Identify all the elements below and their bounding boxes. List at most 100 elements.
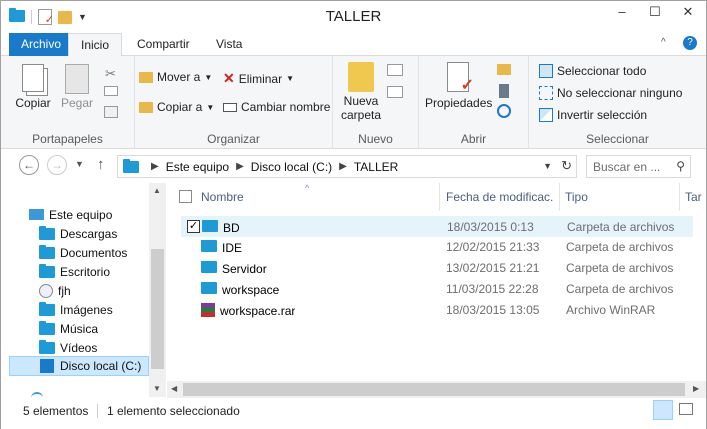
cut-icon[interactable]: ✂: [105, 66, 116, 82]
column-header-size[interactable]: Tar: [685, 183, 705, 211]
breadcrumb-separator-icon: ▶: [151, 161, 159, 172]
horizontal-scrollbar[interactable]: ◀ ▶: [167, 381, 706, 398]
select-none-icon: [539, 86, 553, 100]
videos-folder-icon: [39, 339, 55, 354]
collapse-ribbon-icon[interactable]: ^: [661, 37, 666, 48]
title-bar: ✓ ▼ TALLER – ☐ ✕: [1, 1, 706, 32]
pictures-folder-icon: [39, 301, 55, 316]
ribbon-tabs: Archivo Inicio Compartir Vista ^ ?: [1, 33, 706, 57]
breadcrumb-taller[interactable]: TALLER: [354, 160, 398, 174]
column-header-type[interactable]: Tipo: [565, 183, 675, 211]
tab-compartir[interactable]: Compartir: [125, 33, 202, 56]
nav-scroll-thumb[interactable]: [151, 249, 164, 369]
history-icon[interactable]: [497, 104, 511, 118]
search-input[interactable]: Buscar en ... ⚲: [586, 155, 691, 178]
edit-icon[interactable]: [499, 84, 509, 98]
group-label: Organizar: [207, 132, 260, 146]
back-arrow-icon[interactable]: ←: [19, 155, 39, 175]
desktop-folder-icon: [39, 263, 55, 278]
table-row[interactable]: ✓ BD 18/03/2015 0:13 Carpeta de archivos: [181, 216, 693, 237]
select-all-checkbox[interactable]: [179, 190, 192, 203]
file-name: Servidor: [222, 262, 267, 276]
folder-icon: [201, 261, 217, 273]
breadcrumb-disco-local[interactable]: Disco local (C:): [251, 160, 332, 174]
copy-to-button[interactable]: Copiar a ▼: [139, 100, 214, 114]
folder-icon: [201, 282, 217, 294]
details-view-icon[interactable]: [653, 400, 673, 420]
table-row[interactable]: workspace.rar 18/03/2015 13:05 Archivo W…: [181, 300, 693, 321]
table-row[interactable]: workspace 11/03/2015 22:28 Carpeta de ar…: [181, 279, 693, 300]
large-icons-view-icon[interactable]: [679, 403, 693, 415]
maximize-button[interactable]: ☐: [639, 1, 671, 23]
nav-item-videos[interactable]: Vídeos: [39, 338, 97, 357]
minimize-button[interactable]: –: [606, 1, 638, 23]
file-type: Carpeta de archivos: [566, 240, 674, 254]
search-icon: ⚲: [676, 159, 685, 173]
paste-button[interactable]: Pegar: [59, 64, 95, 110]
new-folder-button[interactable]: Nueva carpeta: [339, 62, 383, 122]
recent-locations-icon[interactable]: ▼: [75, 159, 84, 169]
tab-archivo[interactable]: Archivo: [9, 33, 74, 56]
close-button[interactable]: ✕: [672, 1, 704, 23]
select-all-button[interactable]: Seleccionar todo: [539, 64, 646, 78]
scroll-up-icon[interactable]: ▲: [153, 186, 161, 195]
new-item-icon[interactable]: [387, 64, 403, 76]
nav-item-musica[interactable]: Música: [39, 319, 98, 338]
move-to-icon: [139, 71, 153, 83]
clipboard-icon: [65, 64, 89, 94]
file-name: workspace.rar: [220, 304, 296, 318]
table-row[interactable]: IDE 12/02/2015 21:33 Carpeta de archivos: [181, 237, 693, 258]
properties-button[interactable]: ✓ Propiedades: [425, 62, 492, 110]
delete-button[interactable]: ✕ Eliminar ▼: [223, 70, 294, 87]
nav-item-escritorio[interactable]: Escritorio: [39, 262, 110, 281]
up-arrow-icon[interactable]: ↑: [97, 156, 105, 173]
nav-item-este-equipo[interactable]: Este equipo: [29, 205, 112, 224]
nav-item-fjh[interactable]: fjh: [39, 281, 71, 300]
horizontal-scroll-thumb[interactable]: [183, 383, 685, 396]
group-label: Seleccionar: [586, 132, 649, 146]
column-header-date[interactable]: Fecha de modificac...: [446, 183, 554, 211]
scroll-right-icon[interactable]: ▶: [693, 384, 699, 393]
file-date: 13/02/2015 21:21: [446, 261, 540, 275]
copy-path-icon[interactable]: [104, 86, 118, 96]
file-date: 18/03/2015 0:13: [447, 220, 534, 234]
rename-button[interactable]: Cambiar nombre: [223, 100, 330, 114]
item-count: 5 elementos: [23, 404, 89, 418]
row-checkbox[interactable]: ✓: [187, 220, 200, 233]
status-bar: 5 elementos 1 elemento seleccionado: [1, 399, 706, 429]
explorer-window: ✓ ▼ TALLER – ☐ ✕ Archivo Inicio Comparti…: [0, 0, 707, 429]
easy-access-icon[interactable]: [387, 86, 403, 98]
copy-button[interactable]: Copiar: [15, 64, 51, 110]
nav-scrollbar[interactable]: ▲ ▼: [149, 183, 166, 397]
file-list: ^ Nombre Fecha de modificac... Tipo Tar …: [167, 183, 706, 398]
chevron-down-icon[interactable]: ▼: [543, 161, 552, 171]
table-row[interactable]: Servidor 13/02/2015 21:21 Carpeta de arc…: [181, 258, 693, 279]
breadcrumb-este-equipo[interactable]: Este equipo: [166, 160, 229, 174]
column-header-name[interactable]: Nombre: [201, 183, 431, 211]
refresh-icon[interactable]: ↻: [561, 158, 572, 174]
nav-item-imagenes[interactable]: Imágenes: [39, 300, 113, 319]
forward-arrow-icon[interactable]: →: [47, 155, 67, 175]
scroll-left-icon[interactable]: ◀: [171, 384, 177, 393]
nav-item-disco-local[interactable]: Disco local (C:): [9, 356, 149, 376]
properties-icon: ✓: [447, 62, 474, 94]
paste-shortcut-icon[interactable]: [104, 106, 118, 118]
group-abrir: ✓ Propiedades Abrir: [419, 56, 529, 149]
tab-inicio[interactable]: Inicio: [68, 33, 123, 57]
scroll-down-icon[interactable]: ▼: [153, 384, 161, 393]
move-to-button[interactable]: Mover a ▼: [139, 70, 212, 84]
help-icon[interactable]: ?: [683, 36, 697, 50]
file-name: BD: [223, 221, 240, 235]
tab-vista[interactable]: Vista: [204, 33, 254, 56]
dropdown-arrow-icon: ▼: [204, 72, 213, 82]
file-date: 18/03/2015 13:05: [446, 303, 540, 317]
address-box[interactable]: ▶ Este equipo ▶ Disco local (C:) ▶ TALLE…: [117, 155, 577, 178]
rename-icon: [223, 102, 237, 112]
open-icon[interactable]: [497, 64, 511, 75]
nav-item-documentos[interactable]: Documentos: [39, 243, 127, 262]
nav-item-descargas[interactable]: Descargas: [39, 224, 117, 243]
group-organizar: Mover a ▼ Copiar a ▼ ✕ Eliminar ▼ Cambia…: [135, 56, 333, 149]
invert-selection-button[interactable]: Invertir selección: [539, 108, 647, 122]
selection-count: 1 elemento seleccionado: [107, 404, 240, 418]
select-none-button[interactable]: No seleccionar ninguno: [539, 86, 682, 100]
